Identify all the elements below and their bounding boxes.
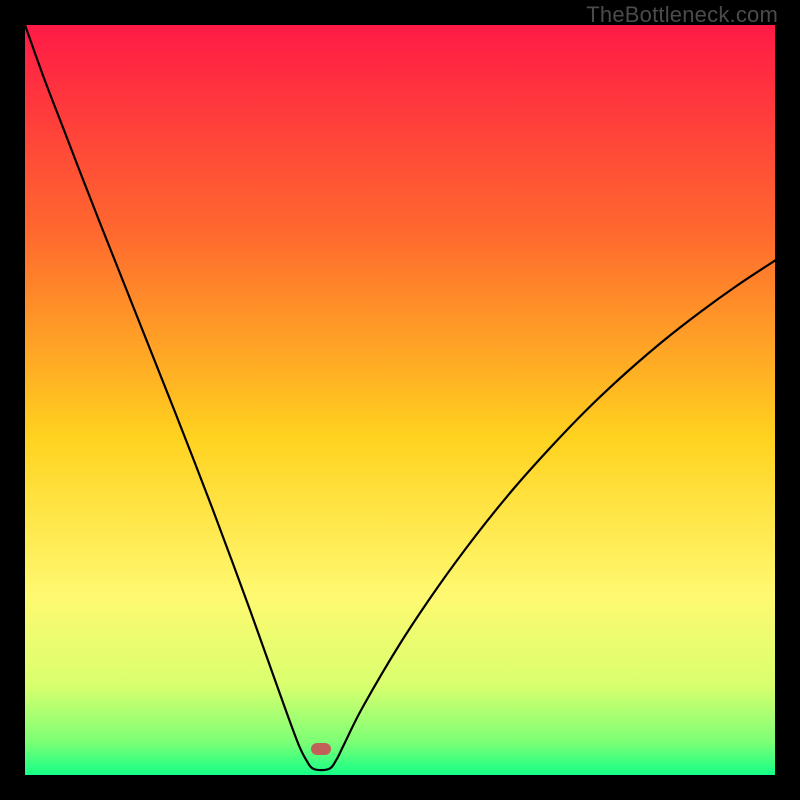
gradient-background	[25, 25, 775, 775]
optimal-point-marker	[311, 743, 331, 755]
chart-svg	[25, 25, 775, 775]
chart-frame: TheBottleneck.com	[0, 0, 800, 800]
plot-area	[25, 25, 775, 775]
